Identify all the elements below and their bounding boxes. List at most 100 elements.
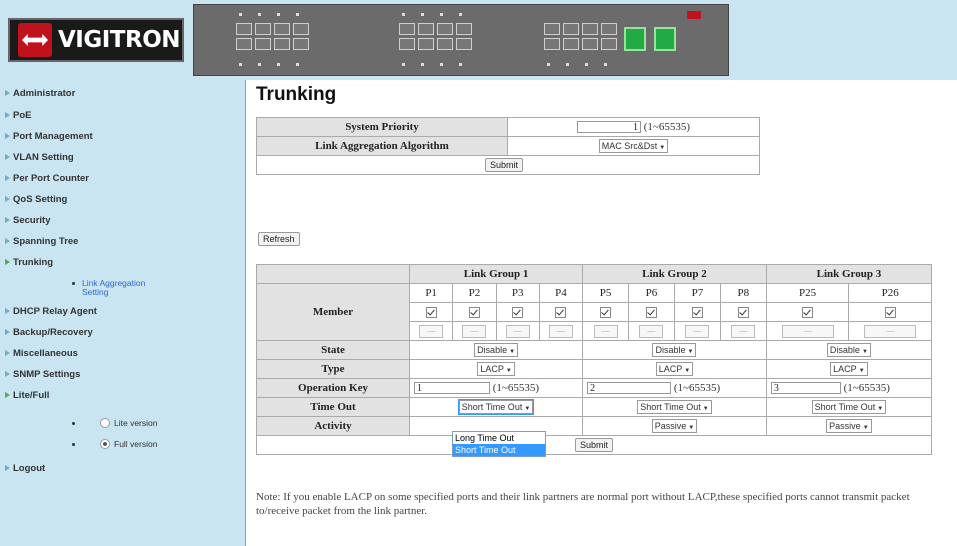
- port-status-box: —: [685, 324, 710, 338]
- sidebar-item-dhcp-relay-agent[interactable]: DHCP Relay Agent: [5, 306, 97, 317]
- sidebar-item-port-management[interactable]: Port Management: [5, 131, 93, 142]
- system-priority-label: System Priority: [256, 117, 508, 137]
- sfp-port-2: [654, 27, 676, 51]
- timeout-select-group-1[interactable]: Short Time Out ▼: [457, 399, 535, 415]
- activity-select-group-3[interactable]: Passive ▼: [826, 419, 872, 433]
- corner-cell: [256, 264, 410, 284]
- full-version-radio[interactable]: [100, 439, 110, 449]
- state-cell: Disable ▼: [765, 340, 933, 360]
- operation-key-input-group-2[interactable]: 2: [587, 382, 672, 395]
- select-value: LACP: [658, 364, 683, 374]
- member-checkbox-p5[interactable]: [600, 306, 612, 318]
- sidebar-item-trunking[interactable]: Trunking: [5, 257, 53, 268]
- lite-version-radio[interactable]: [100, 418, 110, 428]
- bullet-icon: [72, 443, 75, 446]
- timeout-cell: Short Time Out ▼: [582, 397, 767, 417]
- member-checkbox-cell: [719, 302, 767, 322]
- member-checkbox-p8[interactable]: [737, 306, 749, 318]
- bullet-icon: [72, 422, 75, 425]
- timeout-select-group-3[interactable]: Short Time Out ▼: [811, 400, 887, 414]
- timeout-select-group-2[interactable]: Short Time Out ▼: [637, 400, 712, 414]
- switch-front-panel-image: [193, 4, 729, 76]
- sidebar-menu: Administrator PoE Port Management VLAN S…: [0, 80, 246, 546]
- port-status-cell: —: [495, 321, 540, 341]
- member-checkbox-p2[interactable]: [468, 306, 480, 318]
- sidebar-item-label: SNMP Settings: [13, 369, 81, 380]
- sfp-port-1: [624, 27, 646, 51]
- type-select-group-2[interactable]: LACP ▼: [655, 362, 694, 376]
- port-status-cell: —: [719, 321, 767, 341]
- sidebar-item-label: Lite/Full: [13, 390, 50, 401]
- activity-label: Activity: [256, 416, 410, 436]
- type-cell: LACP ▼: [582, 359, 767, 379]
- system-priority-input[interactable]: 1: [576, 121, 641, 134]
- port-status-box: —: [505, 324, 530, 338]
- dropdown-arrow-icon: ▼: [861, 349, 868, 355]
- port-status-box: —: [593, 324, 618, 338]
- triangle-icon: [5, 308, 10, 315]
- submit-button-bottom[interactable]: Submit: [574, 438, 613, 452]
- submit-row: Submit: [256, 155, 760, 175]
- sidebar-item-label: Logout: [13, 463, 46, 474]
- member-checkbox-p1[interactable]: [425, 306, 437, 318]
- activity-select-group-2[interactable]: Passive ▼: [651, 419, 698, 433]
- state-select-group-2[interactable]: Disable ▼: [652, 343, 697, 357]
- operation-key-cell: 3 (1~65535): [765, 378, 933, 398]
- select-value: Passive: [654, 421, 687, 431]
- sidebar-item-per-port-counter[interactable]: Per Port Counter: [5, 173, 89, 184]
- port-label: P7: [673, 283, 721, 303]
- member-checkbox-p26[interactable]: [884, 306, 896, 318]
- sidebar-item-backup-recovery[interactable]: Backup/Recovery: [5, 327, 93, 338]
- state-label: State: [256, 340, 410, 360]
- page-title: Trunking: [256, 84, 337, 105]
- submit-button-top[interactable]: Submit: [485, 158, 524, 172]
- port-status-cell: —: [452, 321, 497, 341]
- algorithm-select[interactable]: MAC Src&Dst ▼: [598, 139, 669, 153]
- operation-key-cell: 1 (1~65535): [408, 378, 584, 398]
- triangle-icon: [5, 196, 10, 203]
- type-label: Type: [256, 359, 410, 379]
- port-label: P25: [765, 283, 850, 303]
- sidebar-item-miscellaneous[interactable]: Miscellaneous: [5, 348, 78, 359]
- sidebar-item-logout[interactable]: Logout: [5, 463, 45, 474]
- type-cell: LACP ▼: [765, 359, 933, 379]
- panel-brand-badge: [687, 11, 701, 19]
- sidebar-item-label: Port Management: [13, 131, 93, 142]
- member-checkbox-p7[interactable]: [691, 306, 703, 318]
- member-checkbox-p6[interactable]: [645, 306, 657, 318]
- member-checkbox-p4[interactable]: [555, 306, 567, 318]
- system-settings-table: System Priority 1 (1~65535) Link Aggrega…: [256, 117, 760, 175]
- select-value: Short Time Out: [640, 402, 701, 412]
- sidebar-item-spanning-tree[interactable]: Spanning Tree: [5, 236, 78, 247]
- operation-key-input-group-3[interactable]: 3: [770, 382, 841, 395]
- sidebar-item-administrator[interactable]: Administrator: [5, 88, 75, 99]
- dropdown-option-short-time-out[interactable]: Short Time Out: [453, 444, 545, 456]
- operation-key-input-group-1[interactable]: 1: [414, 382, 490, 395]
- refresh-button[interactable]: Refresh: [258, 232, 300, 246]
- sidebar-item-security[interactable]: Security: [5, 215, 51, 226]
- member-checkbox-p3[interactable]: [512, 306, 524, 318]
- port-label: P26: [848, 283, 932, 303]
- member-checkbox-p25[interactable]: [802, 306, 814, 318]
- state-select-group-3[interactable]: Disable ▼: [826, 343, 871, 357]
- sidebar-item-label: VLAN Setting: [13, 152, 74, 163]
- sidebar-item-vlan-setting[interactable]: VLAN Setting: [5, 152, 74, 163]
- state-select-group-1[interactable]: Disable ▼: [474, 343, 519, 357]
- operation-key-label: Operation Key: [256, 378, 410, 398]
- dropdown-option-long-time-out[interactable]: Long Time Out: [453, 432, 545, 444]
- sidebar-item-lite-full[interactable]: Lite/Full: [5, 390, 49, 401]
- member-checkbox-cell: [582, 302, 630, 322]
- port-status-cell: —: [673, 321, 721, 341]
- timeout-cell: Short Time Out ▼: [408, 397, 584, 417]
- type-select-group-3[interactable]: LACP ▼: [830, 362, 868, 376]
- system-priority-range: (1~65535): [643, 120, 691, 133]
- port-label: P3: [495, 283, 540, 303]
- sidebar-subitem-link-aggregation-setting[interactable]: Link Aggregation Setting: [82, 279, 172, 297]
- type-select-group-1[interactable]: LACP ▼: [477, 362, 515, 376]
- sidebar-item-snmp-settings[interactable]: SNMP Settings: [5, 369, 80, 380]
- sidebar-item-poe[interactable]: PoE: [5, 110, 31, 121]
- port-group-3: [544, 23, 617, 50]
- sidebar-item-qos-setting[interactable]: QoS Setting: [5, 194, 67, 205]
- port-status-box: —: [864, 324, 917, 338]
- sidebar-item-label: Miscellaneous: [13, 348, 78, 359]
